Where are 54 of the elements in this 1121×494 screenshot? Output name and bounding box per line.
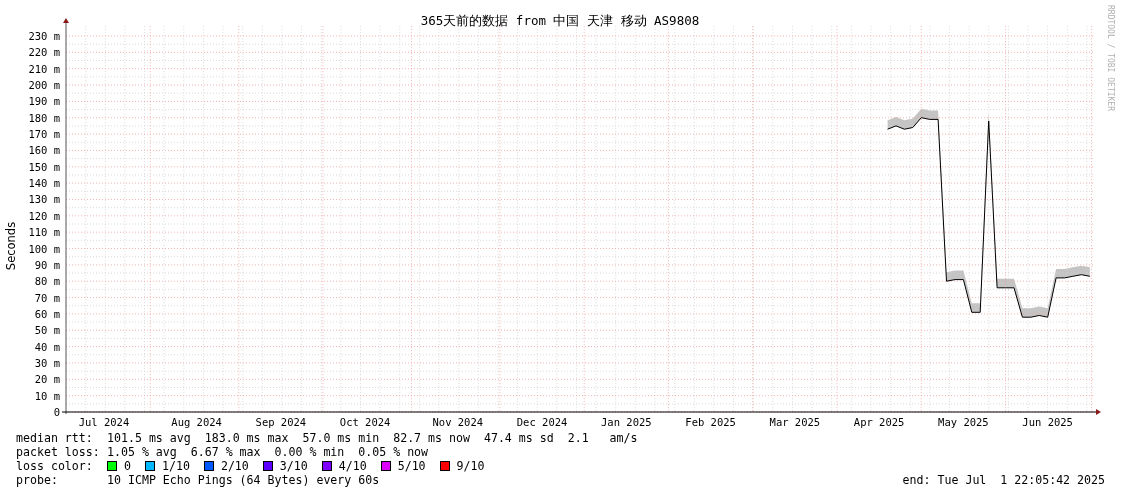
legend-label: loss color: xyxy=(16,459,94,473)
y-tick-label: 10 m xyxy=(34,389,60,402)
y-tick-label: 40 m xyxy=(34,340,60,353)
legend-text: 1/10 xyxy=(162,459,190,473)
y-tick-label: 100 m xyxy=(28,242,60,255)
x-tick-label: Jun 2025 xyxy=(1022,416,1073,428)
y-tick-label: 80 m xyxy=(34,275,60,288)
x-tick-label: Apr 2025 xyxy=(853,416,905,428)
x-tick-label: Feb 2025 xyxy=(685,416,736,428)
legend-label: probe: xyxy=(16,473,59,487)
y-tick-label: 220 m xyxy=(28,46,60,59)
legend-text: 1.05 % avg 6.67 % max 0.00 % min 0.05 % now xyxy=(107,445,429,459)
legend-text: 3/10 xyxy=(279,459,308,473)
y-tick-label: 50 m xyxy=(34,324,60,337)
x-tick-label: Dec 2024 xyxy=(516,416,568,428)
x-tick-label: Oct 2024 xyxy=(339,416,391,428)
end-time: end: Tue Jul 1 22:05:42 2025 xyxy=(902,473,1105,487)
y-tick-label: 20 m xyxy=(34,373,60,386)
x-tick-label: Jul 2024 xyxy=(78,416,130,428)
y-tick-label: 140 m xyxy=(28,177,60,190)
y-tick-label: 30 m xyxy=(34,356,60,369)
legend-text: 2/10 xyxy=(220,459,249,473)
y-tick-label: 210 m xyxy=(28,62,60,75)
legend-text: 4/10 xyxy=(338,459,367,473)
x-tick-label: May 2025 xyxy=(938,416,989,428)
credit-text: RRDTOOL / TOBI OETIKER xyxy=(1106,5,1115,111)
y-tick-label: 190 m xyxy=(28,95,60,108)
y-tick-label: 120 m xyxy=(28,209,60,222)
legend-label: packet loss: xyxy=(16,445,101,459)
legend-label: median rtt: xyxy=(16,431,94,445)
x-tick-label: Aug 2024 xyxy=(171,416,222,428)
legend-text: 9/10 xyxy=(456,459,485,473)
x-tick-label: Mar 2025 xyxy=(769,416,821,428)
y-tick-label: 160 m xyxy=(28,144,60,157)
y-tick-label: 0 xyxy=(53,406,60,418)
x-tick-label: Jan 2025 xyxy=(601,416,652,428)
y-tick-label: 90 m xyxy=(34,258,60,271)
y-tick-label: 130 m xyxy=(28,193,60,206)
y-tick-label: 70 m xyxy=(34,291,60,304)
x-tick-label: Sep 2024 xyxy=(255,416,307,428)
legend-text: 10 ICMP Echo Pings (64 Bytes) every 60s xyxy=(107,473,380,487)
x-tick-label: Nov 2024 xyxy=(432,416,484,428)
legend-text: 5/10 xyxy=(397,459,426,473)
chart-title: 365天前的数据 from 中国 天津 移动 AS9808 xyxy=(420,13,700,28)
y-axis-label: Seconds xyxy=(4,221,18,271)
y-tick-label: 180 m xyxy=(28,111,60,124)
legend-text: 0 xyxy=(124,459,131,473)
y-tick-label: 110 m xyxy=(28,226,60,239)
legend-text: 101.5 ms avg 183.0 ms max 57.0 ms min 82.7 ms now 47.4 ms sd 2.1 am/s xyxy=(107,431,638,445)
y-tick-label: 200 m xyxy=(28,79,60,92)
y-tick-label: 230 m xyxy=(28,30,60,42)
y-tick-label: 60 m xyxy=(34,307,60,320)
y-tick-label: 170 m xyxy=(28,128,60,141)
y-tick-label: 150 m xyxy=(28,160,60,173)
